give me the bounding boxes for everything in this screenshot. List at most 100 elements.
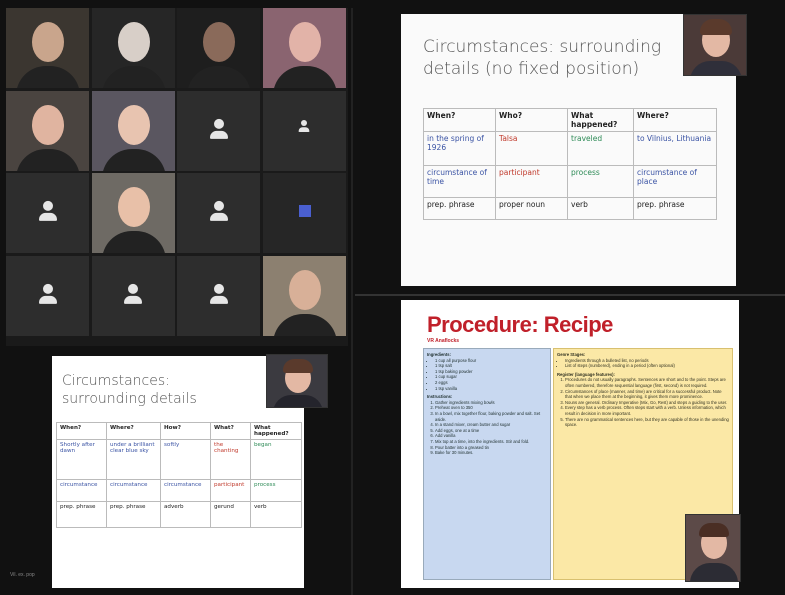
table-cell: began [250, 439, 302, 480]
table-header-cell: Who? [495, 108, 568, 132]
slide2-table: When? Where? How? What? What happened? S… [56, 422, 302, 528]
participant-tile[interactable] [91, 255, 175, 336]
table-cell: participant [495, 165, 568, 198]
participant-tile[interactable] [177, 8, 260, 88]
register-features-list: Procedures do not usually paragraphs. Se… [557, 377, 729, 427]
ingredients-panel: Ingredients: 1 cup all purpose flour1 ts… [423, 348, 551, 580]
table-cell: verb [567, 197, 634, 220]
table-header-cell: What happened? [567, 108, 634, 132]
participant-face [32, 22, 64, 62]
table-cell: prep. phrase [423, 197, 496, 220]
slide1-title: Circumstances: surrounding details (no f… [423, 37, 662, 79]
table-row: circumstance circumstance circumstance p… [56, 479, 302, 502]
participant-shoulders [272, 66, 337, 88]
table-header-cell: How? [160, 422, 211, 440]
window-label: Vil. ex. pop [10, 572, 35, 578]
presenter-video[interactable] [685, 514, 741, 582]
participant-shoulders [16, 148, 80, 171]
table-cell: participant [210, 479, 251, 502]
presenter-video[interactable] [266, 354, 328, 408]
list-item: 1 tsp vanilla [435, 386, 547, 392]
table-cell: process [567, 165, 634, 198]
table-cell: circumstance [160, 479, 211, 502]
table-cell: prep. phrase [106, 501, 161, 528]
presenter-shoulders [690, 61, 742, 75]
participant-tile[interactable] [6, 90, 89, 171]
list-item: Every step has a verb process. Often ste… [565, 405, 729, 416]
table-cell: gerund [210, 501, 251, 528]
slide2-title: Circumstances: surrounding details [62, 373, 197, 407]
participant-shoulders [272, 313, 337, 336]
list-item: Bake for 30 minutes. [435, 450, 547, 456]
participant-tile[interactable] [262, 173, 346, 253]
participant-tile[interactable] [177, 255, 260, 336]
recipe-subtitle: VR Anaflocks [427, 338, 460, 344]
participant-tile[interactable] [177, 90, 260, 171]
table-cell: circumstance [106, 479, 161, 502]
participant-tile[interactable] [262, 8, 346, 88]
horizontal-divider [355, 294, 785, 296]
presenter-hair [699, 523, 729, 537]
table-header-cell: What happened? [250, 422, 302, 440]
table-row: prep. phrase proper noun verb prep. phra… [423, 197, 717, 220]
participant-tile[interactable] [6, 173, 89, 253]
instructions-list: Gather ingredients mixing bowlsPreheat o… [427, 400, 547, 456]
participant-tile[interactable] [91, 173, 175, 253]
avatar-icon [208, 283, 230, 305]
presenter-shoulders [690, 563, 738, 581]
table-cell: process [250, 479, 302, 502]
table-row: prep. phrase prep. phrase adverb gerund … [56, 501, 302, 528]
participant-face [203, 22, 235, 62]
participant-face [117, 22, 150, 62]
table-cell: softly [160, 439, 211, 480]
list-item: In a bowl, mix together flour, baking po… [435, 411, 547, 422]
screen-share-icon [298, 205, 311, 217]
table-cell: traveled [567, 131, 634, 166]
table-header-cell: When? [56, 422, 107, 440]
vertical-divider [351, 8, 353, 595]
table-row: in the spring of 1926 Talsa traveled to … [423, 131, 717, 166]
table-header-cell: Where? [106, 422, 161, 440]
table-header-row: When? Where? How? What? What happened? [56, 422, 302, 440]
avatar-icon [37, 200, 59, 223]
participant-face [32, 104, 64, 145]
participant-shoulders [187, 66, 251, 88]
avatar-icon [297, 119, 310, 133]
slide1-table: When? Who? What happened? Where? in the … [423, 108, 717, 220]
avatar-icon [208, 200, 230, 223]
participant-tile[interactable] [91, 8, 175, 88]
table-row: circumstance of time participant process… [423, 165, 717, 198]
table-row: Shortly after dawn under a brilliant cle… [56, 439, 302, 480]
avatar-icon [37, 283, 59, 305]
participant-face [288, 22, 321, 62]
participant-shoulders [101, 66, 166, 88]
participant-tile[interactable] [6, 255, 89, 336]
table-header-cell: Where? [633, 108, 717, 132]
table-cell: verb [250, 501, 302, 528]
table-cell: prep. phrase [56, 501, 107, 528]
participant-tile[interactable] [6, 8, 89, 88]
participant-face [117, 104, 150, 145]
table-header-cell: When? [423, 108, 496, 132]
slide-recipe: Procedure: Recipe VR Anaflocks Ingredien… [401, 300, 741, 588]
presenter-video[interactable] [683, 14, 747, 76]
participant-shoulders [101, 231, 166, 253]
slide-circumstances-1: Circumstances: surrounding details (no f… [401, 14, 747, 286]
presenter-hair [700, 19, 732, 35]
table-cell: to Vilnius, Lithuania [633, 131, 717, 166]
table-header-cell: What? [210, 422, 251, 440]
list-item: List of steps (numbered), ending in a pe… [565, 363, 729, 369]
table-cell: under a brilliant clear blue sky [106, 439, 161, 480]
participant-tile[interactable] [177, 173, 260, 253]
video-call-screen: Circumstances: surrounding details (no f… [0, 0, 785, 595]
participant-gallery [6, 8, 348, 346]
genre-stages-list: Ingredients through a bulleted list, no … [557, 358, 729, 369]
participant-tile[interactable] [91, 90, 175, 171]
participant-shoulders [101, 148, 166, 171]
table-cell: proper noun [495, 197, 568, 220]
participant-tile[interactable] [262, 90, 346, 171]
participant-tile[interactable] [262, 255, 346, 336]
table-header-row: When? Who? What happened? Where? [423, 108, 717, 132]
participant-face [288, 269, 321, 310]
table-cell: the chanting [210, 439, 251, 480]
